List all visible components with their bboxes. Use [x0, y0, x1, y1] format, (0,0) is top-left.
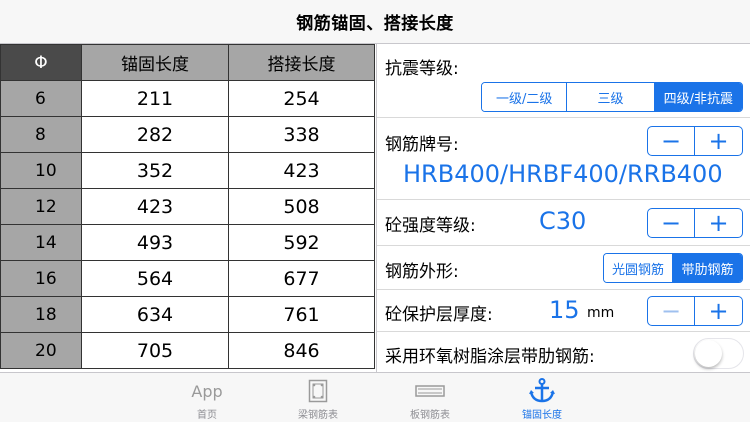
steel-grade-stepper: − +: [647, 126, 743, 156]
seismic-option-4-none[interactable]: 四级/非抗震: [654, 83, 742, 111]
cover-thickness-row: 砼保护层厚度: 15 mm − +: [377, 290, 750, 332]
table-row: 20 705 846: [0, 332, 375, 369]
concrete-plus-button[interactable]: +: [695, 209, 742, 237]
cover-thickness-stepper: − +: [647, 296, 743, 326]
bar-shape-label: 钢筋外形:: [385, 262, 459, 282]
diameter-cell: 14: [0, 224, 82, 261]
table-row: 6 211 254: [0, 80, 375, 117]
lap-cell: 592: [228, 224, 375, 261]
concrete-strength-label: 砼强度等级:: [385, 216, 476, 236]
anchorage-cell: 493: [81, 224, 229, 261]
tab-beam-rebar-label: 梁钢筋表: [298, 410, 338, 421]
lap-cell: 338: [228, 116, 375, 153]
cover-plus-button[interactable]: +: [695, 297, 742, 325]
anchorage-cell: 211: [81, 80, 229, 117]
settings-panel: 抗震等级: 一级/二级 三级 四级/非抗震 钢筋牌号: − + HRB400/H…: [376, 44, 750, 372]
tab-beam-rebar[interactable]: 梁钢筋表: [258, 373, 378, 422]
lap-cell: 846: [228, 332, 375, 369]
steel-grade-value: HRB400/HRBF400/RRB400: [403, 160, 723, 188]
table-row: 10 352 423: [0, 152, 375, 189]
page-title: 钢筋锚固、搭接长度: [296, 14, 454, 34]
anchorage-table: Φ 锚固长度 搭接长度 6 211 254 8 282 338 10 352 4…: [0, 44, 375, 372]
bar-shape-ribbed[interactable]: 带肋钢筋: [673, 254, 742, 282]
table-row: 16 564 677: [0, 260, 375, 297]
steel-grade-label: 钢筋牌号:: [385, 135, 459, 155]
table-row: 12 423 508: [0, 188, 375, 225]
header-anchorage-length: 锚固长度: [81, 44, 229, 81]
tab-slab-rebar[interactable]: 板钢筋表: [370, 373, 490, 422]
anchorage-cell: 423: [81, 188, 229, 225]
anchorage-cell: 705: [81, 332, 229, 369]
epoxy-coating-label: 采用环氧树脂涂层带肋钢筋:: [385, 347, 595, 367]
steel-grade-minus-button[interactable]: −: [648, 127, 696, 155]
concrete-strength-value: C30: [539, 207, 587, 235]
cover-thickness-label: 砼保护层厚度:: [385, 305, 493, 325]
cover-thickness-value: 15: [549, 296, 580, 324]
cover-thickness-unit: mm: [587, 305, 615, 321]
anchor-icon: [528, 378, 556, 403]
concrete-minus-button[interactable]: −: [648, 209, 696, 237]
tab-slab-rebar-label: 板钢筋表: [410, 410, 450, 421]
lap-cell: 423: [228, 152, 375, 189]
table-row: 14 493 592: [0, 224, 375, 261]
cover-minus-button[interactable]: −: [648, 297, 696, 325]
nav-bar: 钢筋锚固、搭接长度: [0, 0, 750, 44]
diameter-cell: 8: [0, 116, 82, 153]
table-header-row: Φ 锚固长度 搭接长度: [0, 44, 375, 81]
seismic-grade-row: 抗震等级: 一级/二级 三级 四级/非抗震: [377, 44, 750, 118]
beam-section-icon: [308, 379, 328, 403]
bar-shape-plain[interactable]: 光圆钢筋: [604, 254, 673, 282]
lap-cell: 677: [228, 260, 375, 297]
seismic-option-1-2[interactable]: 一级/二级: [482, 83, 568, 111]
header-diameter: Φ: [0, 44, 82, 81]
slab-section-icon: [415, 379, 445, 403]
bar-shape-row: 钢筋外形: 光圆钢筋 带肋钢筋: [377, 246, 750, 290]
bar-shape-control: 光圆钢筋 带肋钢筋: [603, 253, 743, 283]
diameter-cell: 12: [0, 188, 82, 225]
concrete-strength-stepper: − +: [647, 208, 743, 238]
diameter-cell: 10: [0, 152, 82, 189]
seismic-grade-control: 一级/二级 三级 四级/非抗震: [481, 82, 743, 112]
seismic-grade-label: 抗震等级:: [385, 59, 459, 79]
concrete-strength-row: 砼强度等级: C30 − +: [377, 200, 750, 246]
anchorage-cell: 634: [81, 296, 229, 333]
tab-home[interactable]: App 首页: [147, 373, 267, 422]
steel-grade-plus-button[interactable]: +: [695, 127, 742, 155]
app-icon: App: [191, 381, 223, 401]
tab-anchorage-length[interactable]: 锚固长度: [482, 373, 602, 422]
diameter-cell: 6: [0, 80, 82, 117]
tab-bar: App 首页 梁钢筋表 板钢筋表 锚固长度: [0, 372, 750, 422]
anchorage-cell: 564: [81, 260, 229, 297]
diameter-cell: 18: [0, 296, 82, 333]
lap-cell: 761: [228, 296, 375, 333]
header-lap-length: 搭接长度: [228, 44, 375, 81]
tab-home-label: 首页: [197, 410, 217, 421]
epoxy-coating-row: 采用环氧树脂涂层带肋钢筋:: [377, 332, 750, 372]
table-row: 8 282 338: [0, 116, 375, 153]
diameter-cell: 20: [0, 332, 82, 369]
table-row: 18 634 761: [0, 296, 375, 333]
toggle-knob: [695, 340, 722, 367]
lap-cell: 254: [228, 80, 375, 117]
anchorage-cell: 352: [81, 152, 229, 189]
tab-anchorage-length-label: 锚固长度: [522, 410, 562, 421]
seismic-option-3[interactable]: 三级: [567, 83, 655, 111]
diameter-cell: 16: [0, 260, 82, 297]
epoxy-coating-toggle[interactable]: [693, 338, 744, 369]
steel-grade-row: 钢筋牌号: − + HRB400/HRBF400/RRB400: [377, 118, 750, 200]
anchorage-cell: 282: [81, 116, 229, 153]
lap-cell: 508: [228, 188, 375, 225]
